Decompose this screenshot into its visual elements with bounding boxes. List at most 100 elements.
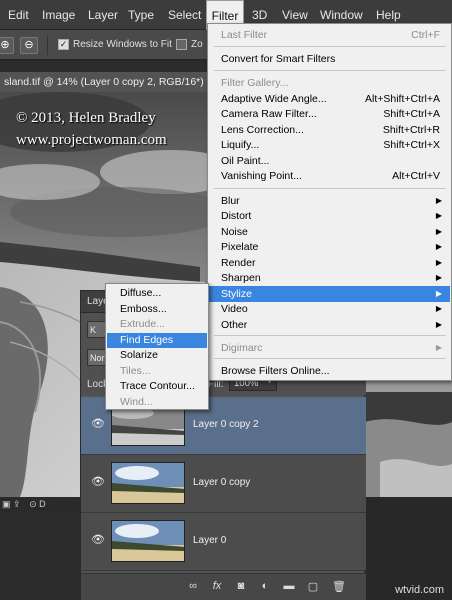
menu-item-sharpen[interactable]: Sharpen ▶	[209, 270, 450, 286]
document-tab[interactable]: sland.tif @ 14% (Layer 0 copy 2, RGB/16*…	[0, 72, 240, 92]
watermark-url: www.projectwoman.com	[16, 132, 167, 148]
resize-windows-label: Resize Windows to Fit	[73, 39, 172, 50]
menu-layer[interactable]: Layer	[84, 0, 122, 30]
menu-item-filter-gallery[interactable]: Filter Gallery...	[209, 75, 450, 91]
eye-icon[interactable]: 👁	[91, 477, 105, 488]
menu-item-label: Stylize	[221, 288, 252, 300]
menu-item-adaptive-wide-angle[interactable]: Adaptive Wide Angle... Alt+Shift+Ctrl+A	[209, 91, 450, 107]
menu-item-last-filter[interactable]: Last Filter Ctrl+F	[209, 27, 450, 43]
status-text: D	[39, 499, 46, 509]
divider	[214, 335, 446, 336]
layer-thumbnail	[111, 404, 185, 446]
layer-thumb-image	[112, 405, 184, 445]
zoom-out-icon[interactable]: ⊖	[20, 37, 38, 54]
submenu-item-trace-contour[interactable]: Trace Contour...	[107, 379, 207, 395]
submenu-item-find-edges[interactable]: Find Edges	[107, 332, 207, 348]
menu-item-label: Video	[221, 303, 248, 315]
layer-name[interactable]: Layer 0	[193, 535, 226, 546]
fx-icon[interactable]: fx	[209, 580, 225, 592]
divider	[214, 70, 446, 71]
chevron-right-icon: ▶	[435, 227, 442, 236]
menu-item-video[interactable]: Video ▶	[209, 301, 450, 317]
menu-item-blur[interactable]: Blur ▶	[209, 193, 450, 209]
layer-row[interactable]: 👁 Layer 0 copy	[81, 455, 366, 513]
menu-item-pixelate[interactable]: Pixelate ▶	[209, 239, 450, 255]
menu-item-label: Adaptive Wide Angle...	[221, 93, 327, 105]
menu-item-label: Sharpen	[221, 272, 261, 284]
menu-item-convert-smart-filters[interactable]: Convert for Smart Filters	[209, 51, 450, 67]
menu-item-render[interactable]: Render ▶	[209, 255, 450, 271]
corner-watermark: wtvid.com	[395, 584, 444, 596]
submenu-item-solarize[interactable]: Solarize	[107, 348, 207, 364]
submenu-item-extrude[interactable]: Extrude...	[107, 317, 207, 333]
submenu-item-wind[interactable]: Wind...	[107, 395, 207, 411]
zoom-in-icon[interactable]: ⊕	[0, 37, 14, 54]
chevron-right-icon: ▶	[435, 343, 442, 352]
mask-icon[interactable]: ◙	[233, 580, 249, 592]
menu-item-label: Other	[221, 319, 248, 331]
menu-item-lens-correction[interactable]: Lens Correction... Shift+Ctrl+R	[209, 122, 450, 138]
menu-image[interactable]: Image	[38, 0, 79, 30]
menu-item-distort[interactable]: Distort ▶	[209, 208, 450, 224]
shortcut: Shift+Ctrl+X	[383, 139, 440, 151]
menu-item-noise[interactable]: Noise ▶	[209, 224, 450, 240]
folder-icon[interactable]: ▬	[281, 580, 297, 592]
menu-item-label: Noise	[221, 226, 248, 238]
chevron-right-icon: ▶	[435, 242, 442, 251]
submenu-item-emboss[interactable]: Emboss...	[107, 302, 207, 318]
menu-item-oil-paint[interactable]: Oil Paint...	[209, 153, 450, 169]
menu-item-label: Digimarc	[221, 342, 263, 354]
divider	[214, 188, 446, 189]
menu-item-stylize[interactable]: Stylize ▶	[209, 286, 450, 302]
menu-edit[interactable]: Edit	[4, 0, 33, 30]
trash-icon[interactable]: 🗑	[331, 580, 347, 593]
status-icon[interactable]: ▣ ⇪	[2, 499, 21, 509]
workspace-background	[0, 511, 80, 600]
adjustment-icon[interactable]: ◐	[257, 580, 273, 592]
chevron-right-icon: ▶	[435, 196, 442, 205]
menu-item-camera-raw[interactable]: Camera Raw Filter... Shift+Ctrl+A	[209, 106, 450, 122]
layer-thumb-image	[112, 521, 184, 561]
menu-item-label: Last Filter	[221, 29, 268, 41]
stylize-submenu: Diffuse... Emboss... Extrude... Find Edg…	[105, 283, 209, 410]
chevron-right-icon: ▶	[435, 273, 442, 282]
link-icon[interactable]: ∞	[185, 580, 201, 592]
zoom-all-checkbox[interactable]	[176, 39, 187, 50]
layer-row[interactable]: 👁 Layer 0	[81, 513, 366, 571]
layer-name[interactable]: Layer 0 copy 2	[193, 419, 259, 430]
menu-item-label: Distort	[221, 210, 252, 222]
chevron-right-icon: ▶	[435, 304, 442, 313]
menu-item-label: Blur	[221, 195, 240, 207]
divider	[214, 358, 446, 359]
blend-mode-label: Nor	[90, 353, 105, 363]
divider	[47, 35, 48, 55]
menu-item-liquify[interactable]: Liquify... Shift+Ctrl+X	[209, 137, 450, 153]
menu-item-other[interactable]: Other ▶	[209, 317, 450, 333]
menu-item-digimarc[interactable]: Digimarc ▶	[209, 340, 450, 356]
new-layer-icon[interactable]: ▢	[305, 580, 321, 593]
menu-item-label: Vanishing Point...	[221, 170, 302, 182]
chevron-right-icon: ▶	[435, 289, 442, 298]
submenu-item-diffuse[interactable]: Diffuse...	[107, 286, 207, 302]
menu-item-vanishing-point[interactable]: Vanishing Point... Alt+Ctrl+V	[209, 168, 450, 184]
menu-item-browse-filters[interactable]: Browse Filters Online...	[209, 363, 450, 379]
chevron-right-icon: ▶	[435, 258, 442, 267]
eye-icon[interactable]: 👁	[91, 535, 105, 546]
kind-filter-label: K	[90, 325, 97, 335]
submenu-item-tiles[interactable]: Tiles...	[107, 364, 207, 380]
menu-type[interactable]: Type	[124, 0, 158, 30]
eye-icon[interactable]: 👁	[91, 419, 105, 430]
filter-menu: Last Filter Ctrl+F Convert for Smart Filt…	[207, 23, 452, 381]
menu-item-label: Lens Correction...	[221, 124, 304, 136]
shortcut: Shift+Ctrl+R	[382, 124, 440, 136]
shortcut: Shift+Ctrl+A	[383, 108, 440, 120]
chevron-right-icon: ▶	[435, 211, 442, 220]
layer-name[interactable]: Layer 0 copy	[193, 477, 250, 488]
menu-select[interactable]: Select	[164, 0, 205, 30]
resize-windows-checkbox[interactable]: ✓	[58, 39, 69, 50]
layer-thumb-image	[112, 463, 184, 503]
menu-item-label: Camera Raw Filter...	[221, 108, 317, 120]
menu-item-label: Pixelate	[221, 241, 259, 253]
layer-thumbnail	[111, 462, 185, 504]
shortcut: Alt+Ctrl+V	[392, 170, 440, 182]
